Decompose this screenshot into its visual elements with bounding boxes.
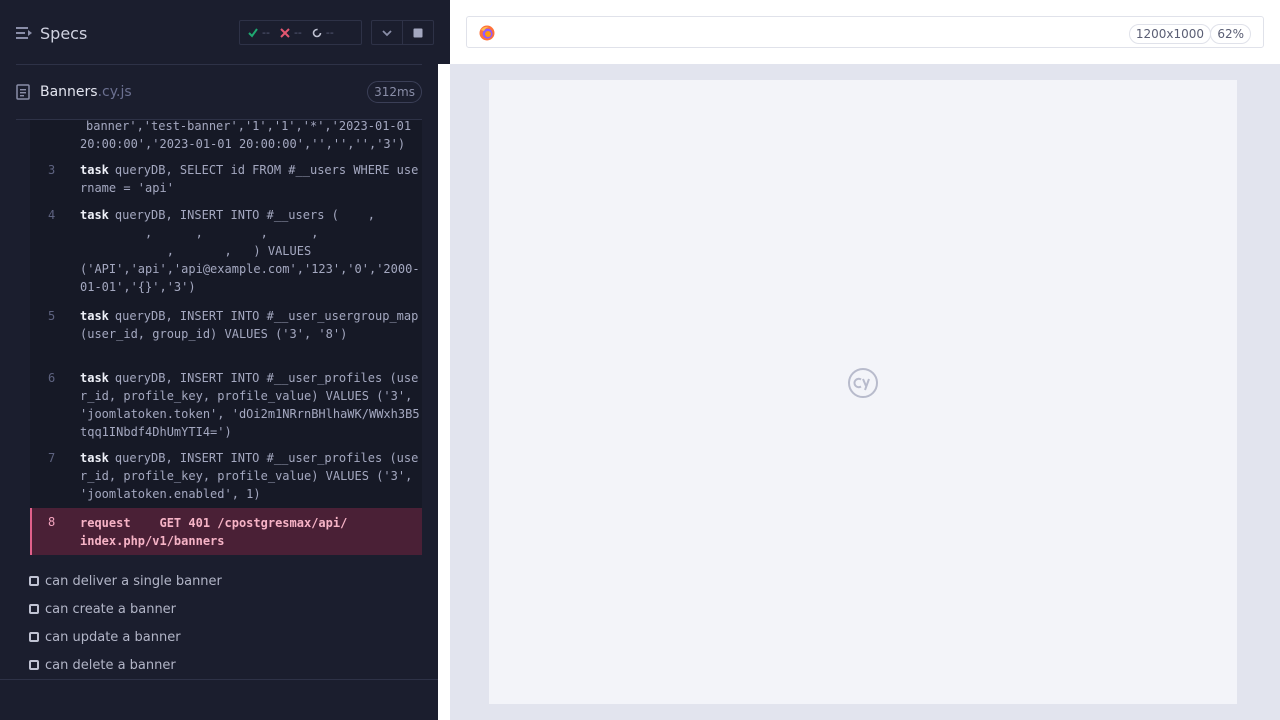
chevron-down-icon	[382, 29, 392, 36]
run-controls	[371, 20, 434, 45]
pending-test-icon	[29, 576, 39, 586]
passed-count: --	[262, 26, 270, 39]
test-title: can delete a banner	[45, 657, 176, 673]
reporter-scrollbar[interactable]	[438, 64, 450, 720]
failed-request-row[interactable]: 8 request GET 401 /cpostgresmax/api/ ind…	[30, 508, 422, 555]
reporter-panel: Specs -- -- -- Banners .cy.js 312ms bann…	[0, 0, 438, 720]
command-message: queryDB, SELECT id FROM #__users WHERE u…	[80, 163, 419, 195]
command-keyword: task	[80, 163, 109, 177]
spec-file-row[interactable]: Banners .cy.js 312ms	[16, 78, 422, 106]
reporter-header: Specs -- -- --	[0, 0, 438, 65]
test-title: can update a banner	[45, 629, 181, 645]
command-number: 6	[48, 371, 56, 385]
command-message: banner','test-banner','1','1','*','2023-…	[80, 120, 419, 151]
firefox-icon	[479, 25, 495, 41]
expand-button[interactable]	[372, 21, 402, 44]
specs-title: Specs	[40, 23, 88, 43]
spec-file-name: Banners	[40, 84, 98, 100]
test-item[interactable]: can create a banner	[29, 599, 176, 619]
pending-test-icon	[29, 604, 39, 614]
app-under-test-frame	[489, 80, 1237, 704]
preview-area: 1200x1000 62%	[450, 0, 1280, 720]
document-icon	[16, 84, 30, 100]
command-number: 5	[48, 309, 56, 323]
spec-file-extension: .cy.js	[97, 84, 132, 100]
url-bar[interactable]: 1200x1000 62%	[466, 16, 1264, 48]
command-number: 3	[48, 163, 56, 177]
command-keyword: task	[80, 309, 109, 323]
command-number: 4	[48, 208, 56, 222]
stop-icon	[413, 28, 423, 37]
command-message: queryDB, INSERT INTO #__user_profiles (u…	[80, 371, 420, 439]
bottom-divider	[0, 679, 438, 680]
command-keyword: task	[80, 451, 109, 465]
zoom-level-badge[interactable]: 62%	[1210, 24, 1251, 44]
test-item[interactable]: can deliver a single banner	[29, 571, 222, 591]
cypress-logo-icon	[848, 368, 878, 398]
stop-button[interactable]	[402, 21, 433, 44]
failed-stat: --	[280, 26, 302, 39]
command-number: 7	[48, 451, 56, 465]
test-item[interactable]: can delete a banner	[29, 655, 176, 675]
command-message: queryDB, INSERT INTO #__users ( , , , , …	[80, 208, 420, 294]
command-message: queryDB, INSERT INTO #__user_usergroup_m…	[80, 309, 419, 341]
command-keyword: task	[80, 208, 109, 222]
test-title: can deliver a single banner	[45, 573, 222, 589]
passed-stat: --	[248, 26, 270, 39]
pending-count: --	[325, 26, 334, 39]
spinner-icon	[312, 28, 322, 37]
command-log: banner','test-banner','1','1','*','2023-…	[30, 120, 422, 508]
pending-stat: --	[312, 26, 334, 39]
command-message: queryDB, INSERT INTO #__user_profiles (u…	[80, 451, 420, 501]
failed-count: --	[293, 26, 302, 39]
spec-duration-badge: 312ms	[367, 81, 422, 103]
preview-header: 1200x1000 62%	[450, 0, 1280, 64]
pending-test-icon	[29, 632, 39, 642]
viewport-size-badge[interactable]: 1200x1000	[1128, 24, 1211, 44]
test-title: can create a banner	[45, 601, 177, 617]
list-icon	[16, 27, 32, 39]
test-item[interactable]: can update a banner	[29, 627, 181, 647]
check-icon	[248, 27, 258, 38]
request-message: request GET 401 /cpostgresmax/api/ index…	[80, 516, 348, 548]
pending-test-icon	[29, 660, 39, 670]
header-divider	[16, 64, 422, 65]
specs-toggle-button[interactable]: Specs	[16, 22, 96, 44]
command-keyword: task	[80, 371, 109, 385]
command-number: 8	[48, 515, 56, 529]
test-stats: -- -- --	[239, 20, 362, 45]
x-icon	[280, 27, 290, 38]
